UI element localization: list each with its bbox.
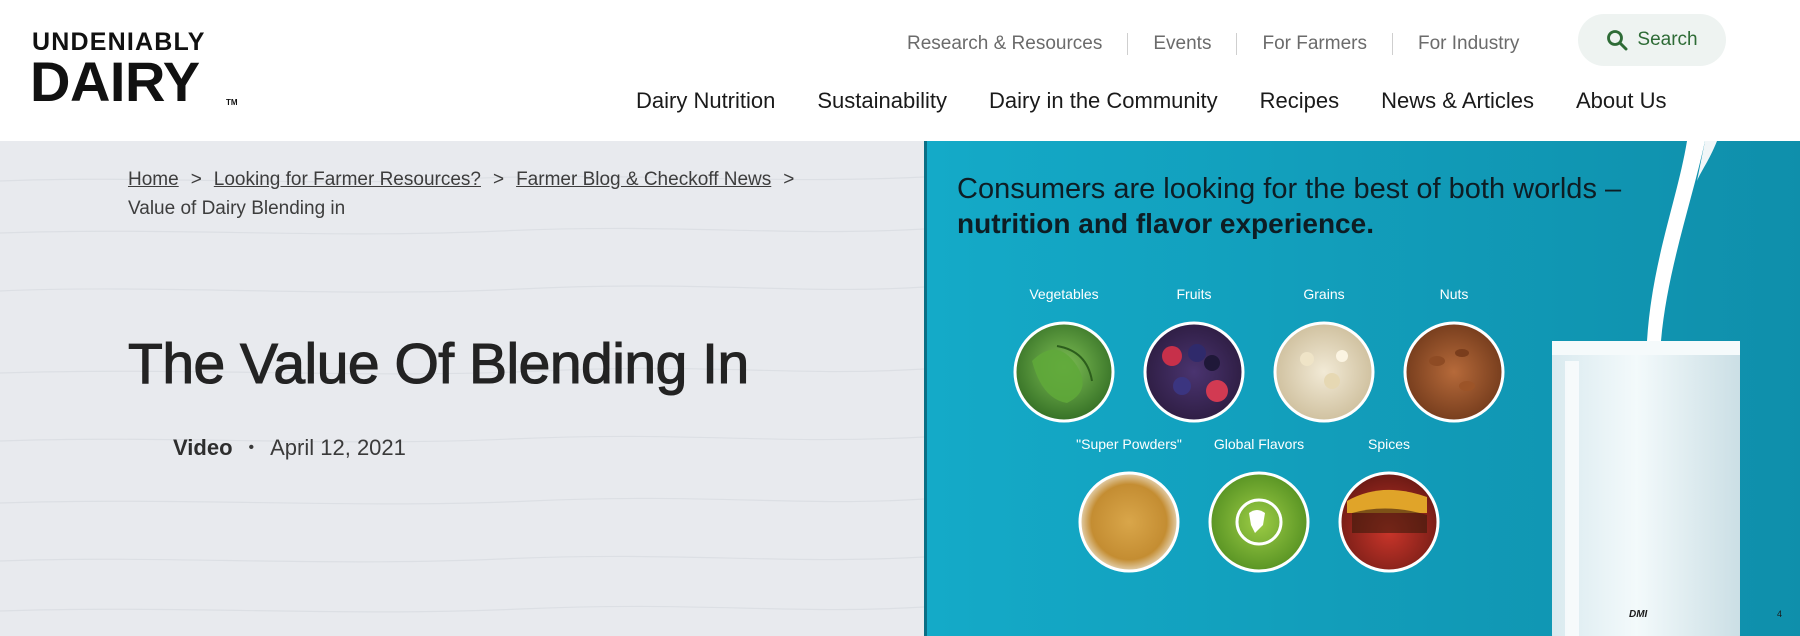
content-type-label: Video: [173, 435, 233, 460]
logo-trademark: TM: [226, 98, 238, 107]
breadcrumb-farmer-resources[interactable]: Looking for Farmer Resources?: [214, 169, 481, 190]
nav-dairy-in-the-community[interactable]: Dairy in the Community: [989, 88, 1218, 114]
breadcrumb: Home > Looking for Farmer Resources? > Farme…: [128, 165, 828, 223]
video-player[interactable]: Consumers are looking for the best of bo…: [924, 141, 1800, 636]
logo-line-2: DAIRY: [30, 50, 200, 113]
utility-link-for-industry[interactable]: For Industry: [1393, 30, 1544, 58]
breadcrumb-separator: >: [783, 169, 795, 190]
meta-separator-dot: •: [248, 439, 255, 456]
category-grains-label: Grains: [1303, 286, 1345, 302]
nav-dairy-nutrition[interactable]: Dairy Nutrition: [636, 88, 775, 114]
nav-recipes[interactable]: Recipes: [1260, 88, 1339, 114]
breadcrumb-separator: >: [190, 169, 202, 190]
search-label: Search: [1637, 29, 1698, 50]
utility-link-research-resources[interactable]: Research & Resources: [893, 30, 1127, 58]
undeniably-dairy-logo[interactable]: UNDENIABLY DAIRY TM: [30, 28, 252, 114]
nav-news-articles[interactable]: News & Articles: [1381, 88, 1534, 114]
slide-subheadline: nutrition and flavor experience.: [957, 208, 1374, 239]
breadcrumb-home[interactable]: Home: [128, 169, 179, 190]
main-nav: Dairy Nutrition Sustainability Dairy in …: [636, 86, 1666, 116]
page-title: The Value Of Blending In: [127, 331, 749, 396]
article-meta: Video • April 12, 2021: [173, 435, 406, 461]
breadcrumb-separator: >: [492, 169, 505, 190]
slide-page-number: 4: [1777, 609, 1783, 619]
category-vegetables-label: Vegetables: [1029, 286, 1099, 302]
search-button[interactable]: Search: [1578, 14, 1726, 66]
article-hero-panel: Home > Looking for Farmer Resources? > Farme…: [0, 141, 924, 636]
category-fruits-label: Fruits: [1176, 286, 1212, 302]
breadcrumb-current: Value of Dairy Blending in: [128, 198, 346, 219]
publish-date: April 12, 2021: [270, 435, 406, 460]
category-nuts-label: Nuts: [1439, 286, 1469, 302]
utility-link-events[interactable]: Events: [1128, 30, 1236, 58]
site-header: UNDENIABLY DAIRY TM Research & Resources…: [0, 0, 1800, 141]
breadcrumb-farmer-blog[interactable]: Farmer Blog & Checkoff News: [516, 169, 771, 190]
slide-headline: Consumers are looking for the best of bo…: [957, 173, 1622, 205]
utility-nav: Research & Resources Events For Farmers …: [893, 30, 1544, 58]
search-icon: [1607, 30, 1628, 51]
category-global-flavors-label: Global Flavors: [1213, 436, 1305, 452]
dmi-footer-logo: DMI: [1629, 609, 1648, 620]
category-spices-label: Spices: [1367, 436, 1411, 452]
utility-link-for-farmers[interactable]: For Farmers: [1237, 30, 1392, 58]
nav-sustainability[interactable]: Sustainability: [817, 88, 947, 114]
category-super-powders-label: "Super Powders": [1076, 436, 1182, 452]
nav-about-us[interactable]: About Us: [1576, 88, 1667, 114]
